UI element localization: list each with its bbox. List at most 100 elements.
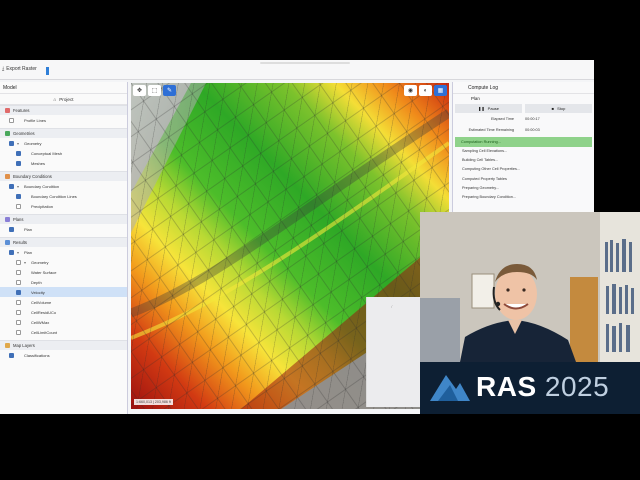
visibility-checkbox[interactable]: [16, 203, 21, 209]
project-header[interactable]: ⌂ Project: [0, 94, 127, 105]
section-geometries[interactable]: Geometries: [0, 128, 127, 138]
section-boundary[interactable]: Boundary Conditions: [0, 171, 127, 181]
tree-item-label: Meshes: [31, 160, 46, 166]
tree-item-label: CellVolume: [31, 299, 52, 305]
map-scale: 1:660,013 | 203,986 ft: [134, 399, 173, 405]
visibility-checkbox[interactable]: [16, 160, 21, 166]
expand-caret-icon[interactable]: ▾: [17, 141, 21, 146]
tree-item[interactable]: Plan: [0, 224, 127, 234]
map-view[interactable]: — ✥ ⬚ ✎ ◉ ◐ ▦ 1:660,013 | 203,986 ft: [131, 83, 449, 409]
expand-caret-icon[interactable]: ▾: [17, 184, 21, 189]
progress-indicator: [46, 67, 49, 75]
visibility-checkbox[interactable]: [16, 329, 21, 335]
tree-item[interactable]: Depth: [0, 277, 127, 287]
stop-label: Stop: [557, 106, 566, 111]
section-label: Geometries: [13, 131, 35, 136]
computation-status-bar: Computation Running...: [455, 137, 592, 147]
tree-item[interactable]: CellLimitCount: [0, 327, 127, 337]
ras-mountain-logo-icon: [430, 375, 470, 401]
tree-item[interactable]: ▾ Geometry: [0, 257, 127, 267]
visibility-checkbox[interactable]: [16, 319, 21, 325]
remaining-time-value: 00:00:03: [525, 127, 540, 132]
compute-log-title: Compute Log: [453, 82, 594, 94]
expand-caret-icon[interactable]: ▾: [24, 260, 28, 265]
compute-step: Preparing Geometry...: [462, 185, 500, 190]
export-raster-button[interactable]: ⤓ Export Raster: [2, 66, 37, 72]
visibility-checkbox[interactable]: [9, 140, 14, 146]
visibility-checkbox[interactable]: [16, 299, 21, 305]
basemap-tile: —: [366, 297, 422, 407]
compute-steps-list: Sampling Cell Elevations... Building Cell…: [453, 147, 594, 204]
tree-item[interactable]: Water Surface: [0, 267, 127, 277]
title-drag-handle[interactable]: [260, 62, 350, 64]
pause-label: Pause: [487, 106, 500, 111]
tree-item[interactable]: Velocity: [0, 287, 127, 297]
tree-item[interactable]: ▾ Boundary Condition: [0, 181, 127, 191]
tree-item[interactable]: Boundary Condition Lines: [0, 191, 127, 201]
tree-item-label: Conceptual Mesh: [31, 150, 63, 156]
project-icon: ⌂: [53, 96, 57, 102]
project-label: Project: [59, 96, 74, 102]
visibility-checkbox[interactable]: [16, 269, 21, 275]
webcam-overlay: [420, 212, 640, 362]
move-icon: ✥: [136, 88, 143, 94]
draw-tool-button[interactable]: ✎: [163, 85, 176, 96]
tree-item-label: Profile Lines: [24, 117, 47, 123]
contrast-icon: ◐: [423, 87, 428, 94]
tree-item[interactable]: Meshes: [0, 158, 127, 168]
tree-item[interactable]: ▾ Geometry: [0, 138, 127, 148]
stop-icon: ■: [551, 106, 555, 111]
layers-button[interactable]: ▦: [434, 85, 447, 96]
tree-item[interactable]: CellVolume: [0, 297, 127, 307]
pan-tool-button[interactable]: ✥: [133, 85, 146, 96]
map-toolbar-right: ◉ ◐ ▦: [404, 85, 447, 96]
select-box-icon: ⬚: [151, 88, 158, 94]
tree-item[interactable]: CellWMax: [0, 317, 127, 327]
tree-item[interactable]: CellResidUCo: [0, 307, 127, 317]
globe-button[interactable]: ◉: [404, 85, 417, 96]
visibility-checkbox[interactable]: [9, 226, 14, 232]
visibility-checkbox[interactable]: [16, 259, 21, 265]
visibility-checkbox[interactable]: [16, 289, 21, 295]
maplayers-category-icon: [5, 343, 10, 348]
plans-category-icon: [5, 217, 10, 222]
tree-item[interactable]: ▾ Plan: [0, 247, 127, 257]
theme-button[interactable]: ◐: [419, 85, 432, 96]
compute-step: Computing Other Cell Properties...: [462, 167, 521, 172]
compute-step: Sampling Cell Elevations...: [462, 149, 508, 153]
tree-item-label: Velocity: [31, 289, 45, 295]
visibility-checkbox[interactable]: [16, 193, 21, 199]
select-tool-button[interactable]: ⬚: [148, 85, 161, 96]
pencil-icon: ✎: [166, 88, 173, 94]
section-label: Plans: [13, 217, 24, 222]
section-maplayers[interactable]: Map Layers: [0, 340, 127, 350]
model-panel-title: Model: [0, 82, 127, 94]
visibility-checkbox[interactable]: [9, 183, 14, 189]
tree-item[interactable]: Conceptual Mesh: [0, 148, 127, 158]
stop-button[interactable]: ■ Stop: [525, 104, 592, 113]
section-features[interactable]: Features: [0, 105, 127, 115]
expand-caret-icon[interactable]: ▾: [17, 250, 21, 255]
section-results[interactable]: Results: [0, 237, 127, 247]
remaining-time-row: Estimated Time Remaining 00:00:03: [453, 124, 594, 135]
compute-step: Computed Property Tables: [462, 176, 507, 181]
section-plans[interactable]: Plans: [0, 214, 127, 224]
visibility-checkbox[interactable]: [16, 309, 21, 315]
visibility-checkbox[interactable]: [16, 150, 21, 156]
tree-item-label: Water Surface: [31, 269, 57, 275]
visibility-checkbox[interactable]: [16, 279, 21, 285]
tree-item[interactable]: Profile Lines: [0, 115, 127, 125]
features-category-icon: [5, 108, 10, 113]
tree-item[interactable]: Precipitation: [0, 201, 127, 211]
compute-step: Building Cell Tables...: [462, 158, 499, 163]
tree-item-label: Boundary Condition: [24, 183, 60, 189]
visibility-checkbox[interactable]: [9, 249, 14, 255]
tree-item[interactable]: Classifications: [0, 350, 127, 360]
visibility-checkbox[interactable]: [9, 117, 14, 123]
compute-step: Preparing Boundary Condition...: [462, 194, 517, 199]
tree-item-label: Classifications: [24, 352, 50, 358]
tree-item-label: CellLimitCount: [31, 329, 58, 335]
model-tree: Features Profile Lines Geometries ▾ Geometry…: [0, 105, 127, 363]
pause-button[interactable]: ❚❚ Pause: [455, 104, 522, 113]
visibility-checkbox[interactable]: [9, 352, 14, 358]
